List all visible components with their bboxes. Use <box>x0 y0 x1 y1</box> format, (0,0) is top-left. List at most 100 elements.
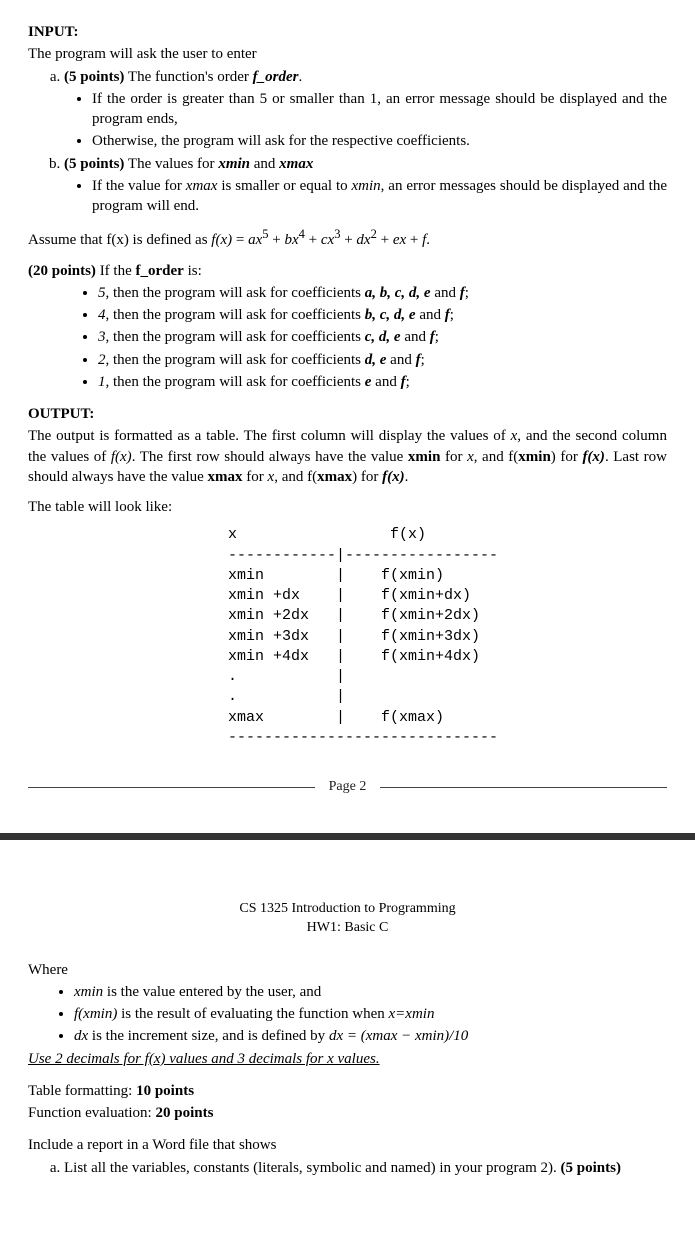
text: is: <box>184 263 202 279</box>
text: , then the program will ask for coeffici… <box>106 307 365 323</box>
text: is the result of evaluating the function… <box>117 1006 388 1022</box>
text: If the <box>96 263 136 279</box>
text: ) for <box>551 449 583 465</box>
points: 20 points <box>155 1105 213 1121</box>
list-item: 4, then the program will ask for coeffic… <box>98 305 667 325</box>
list-item: dx is the increment size, and is defined… <box>74 1026 667 1046</box>
text: and <box>416 307 445 323</box>
text: for <box>440 449 467 465</box>
fx: f(x) <box>582 449 605 465</box>
text: , then the program will ask for coeffici… <box>106 329 365 345</box>
x: x <box>467 449 474 465</box>
grading-line-1: Table formatting: 10 points <box>28 1081 667 1101</box>
text: . The first row should always have the v… <box>132 449 408 465</box>
twenty-points-line: (20 points) If the f_order is: <box>28 261 667 281</box>
term: ax <box>248 232 262 248</box>
text: , and f( <box>274 469 317 485</box>
report-intro: Include a report in a Word file that sho… <box>28 1135 667 1155</box>
input-list: (5 points) The function's order f_order.… <box>64 67 667 152</box>
term-forder: f_order <box>253 69 299 85</box>
text: ; <box>406 374 410 390</box>
input-item-b: (5 points) The values for xmin and xmax … <box>64 154 667 217</box>
list-item: 1, then the program will ask for coeffic… <box>98 372 667 392</box>
text: . <box>299 69 303 85</box>
text: + <box>406 232 422 248</box>
text: ; <box>435 329 439 345</box>
decimals-note: Use 2 decimals for f(x) values and 3 dec… <box>28 1049 667 1069</box>
text: is smaller or equal to <box>217 178 351 194</box>
input-b-bullets: If the value for xmax is smaller or equa… <box>92 176 667 217</box>
divider-line <box>380 787 667 788</box>
list-item: f(xmin) is the result of evaluating the … <box>74 1004 667 1024</box>
xmin: xmin <box>352 178 381 194</box>
text: ; <box>421 352 425 368</box>
divider-line <box>28 787 315 788</box>
text: The output is formatted as a table. The … <box>28 428 511 444</box>
list-item: 2, then the program will ask for coeffic… <box>98 350 667 370</box>
report-item-a: List all the variables, constants (liter… <box>64 1158 667 1178</box>
where-heading: Where <box>28 960 667 980</box>
coeffs: a, b, c, d, e <box>365 285 431 301</box>
xmin: xmin <box>408 449 441 465</box>
text: ) for <box>352 469 382 485</box>
hw-title: HW1: Basic C <box>28 919 667 938</box>
forder-cases: 5, then the program will ask for coeffic… <box>98 283 667 392</box>
term: ex <box>393 232 406 248</box>
n: 3 <box>98 329 106 345</box>
output-heading: OUTPUT: <box>28 404 667 424</box>
list-item: xmin is the value entered by the user, a… <box>74 982 667 1002</box>
text: is the increment size, and is defined by <box>88 1028 329 1044</box>
text: Table formatting: <box>28 1083 136 1099</box>
xmin: xmin <box>518 449 551 465</box>
text: ; <box>465 285 469 301</box>
fx: f(x) <box>382 469 405 485</box>
page-number: Page 2 <box>315 778 381 797</box>
text: , then the program will ask for coeffici… <box>106 285 365 301</box>
points: 10 points <box>136 1083 194 1099</box>
ascii-table: x f(x) ------------|----------------- xm… <box>228 525 667 748</box>
assume-line: Assume that f(x) is defined as f(x) = ax… <box>28 226 667 250</box>
eq: dx = (xmax − xmin)/10 <box>329 1028 468 1044</box>
text: and <box>386 352 415 368</box>
text: + <box>269 232 285 248</box>
points: (5 points) <box>561 1160 621 1176</box>
n: 5 <box>98 285 106 301</box>
xmin: xmin <box>218 156 250 172</box>
input-intro: The program will ask the user to enter <box>28 44 667 64</box>
fx: f(x) <box>111 449 132 465</box>
term-forder: f_order <box>136 263 184 279</box>
list-item: If the value for xmax is smaller or equa… <box>92 176 667 217</box>
grading-line-2: Function evaluation: 20 points <box>28 1103 667 1123</box>
points-b: (5 points) <box>64 156 124 172</box>
text: + <box>340 232 356 248</box>
text: and <box>250 156 279 172</box>
output-paragraph: The output is formatted as a table. The … <box>28 426 667 487</box>
list-item: 3, then the program will ask for coeffic… <box>98 327 667 347</box>
xmax: xmax <box>186 178 218 194</box>
xmin: xmin <box>74 984 103 1000</box>
input-item-a: (5 points) The function's order f_order.… <box>64 67 667 152</box>
text: is the value entered by the user, and <box>103 984 321 1000</box>
text: = <box>232 232 248 248</box>
list-item: Otherwise, the program will ask for the … <box>92 131 667 151</box>
text: . <box>405 469 409 485</box>
input-list-b: (5 points) The values for xmin and xmax … <box>64 154 667 217</box>
table-look-like: The table will look like: <box>28 497 667 517</box>
xmax: xmax <box>208 469 243 485</box>
page-separator: Page 2 <box>28 778 667 797</box>
term: dx <box>356 232 370 248</box>
xmax: xmax <box>317 469 352 485</box>
text: Assume that f(x) is defined as <box>28 232 211 248</box>
text: ; <box>450 307 454 323</box>
text: If the value for <box>92 178 186 194</box>
list-item: 5, then the program will ask for coeffic… <box>98 283 667 303</box>
coeffs: b, c, d, e <box>365 307 416 323</box>
report-list: List all the variables, constants (liter… <box>64 1158 667 1178</box>
text: + <box>377 232 393 248</box>
text: The function's order <box>124 69 252 85</box>
text: and <box>431 285 460 301</box>
text: , and f( <box>474 449 519 465</box>
page-gap-bar <box>0 833 695 840</box>
xmax: xmax <box>279 156 313 172</box>
n: 4 <box>98 307 106 323</box>
